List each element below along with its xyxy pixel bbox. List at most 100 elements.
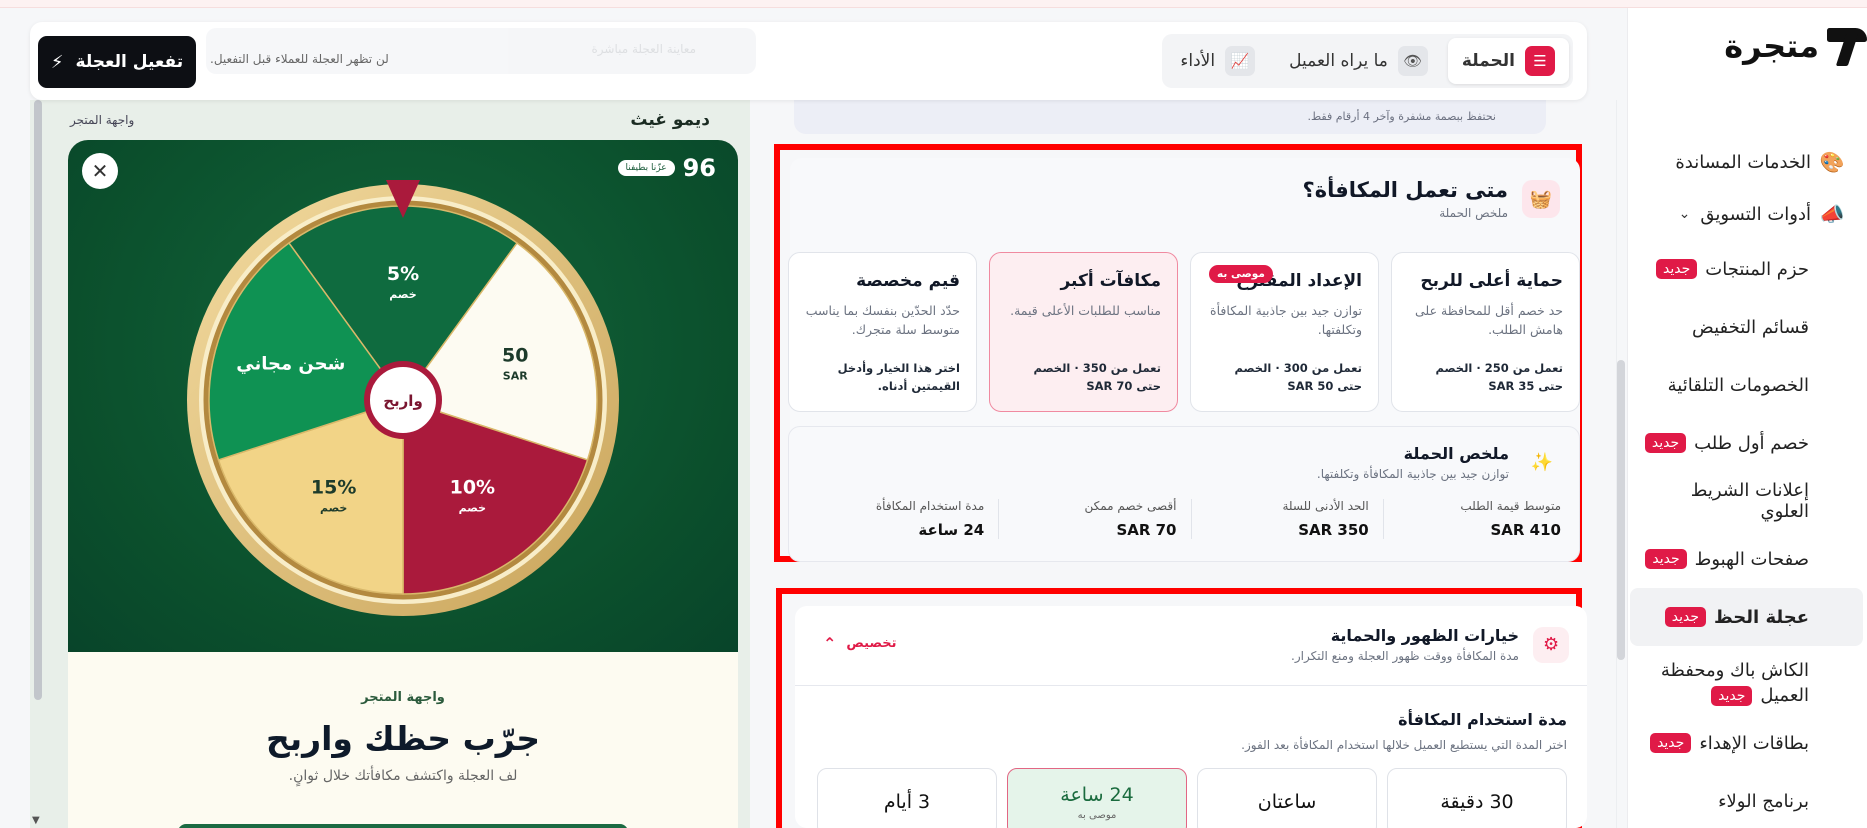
campaign-summary: ✨ ملخص الحملة توازن جيد بين جاذبية المكا… [788, 426, 1580, 562]
sidebar-item-marketing-tools[interactable]: 📣 أدوات التسويق ⌄ [1640, 188, 1845, 240]
customize-toggle[interactable]: تخصيص ⌃ [823, 634, 897, 653]
stat-value: SAR 70 [1116, 521, 1177, 539]
preview-scrollbar[interactable] [34, 100, 42, 700]
new-badge: جديد [1645, 549, 1687, 569]
new-badge: جديد [1664, 607, 1707, 627]
option-title: حماية أعلى للربح [1420, 271, 1563, 291]
recommended-note: موصى به [1077, 809, 1117, 821]
top-tabs: ☰ الحملة 👁 ما يراه العميل 📈 الأداء [1162, 34, 1573, 88]
option-desc: مناسب للطلبات الأعلى قيمة. [1010, 303, 1161, 318]
stat-key: متوسط قيمة الطلب [1460, 499, 1561, 513]
activate-wheel-button[interactable]: تفعيل العجلة ⚡ [38, 36, 196, 88]
wheel-segment-sublabel: خصم [459, 501, 486, 514]
new-badge: جديد [1711, 685, 1753, 706]
eye-icon: 👁 [1397, 46, 1428, 76]
new-badge: جديد [1656, 259, 1698, 279]
close-icon[interactable]: ✕ [82, 153, 118, 189]
basket-icon: 🧺 [1522, 180, 1560, 218]
new-badge: جديد [1650, 733, 1692, 753]
tab-label: الحملة [1461, 51, 1515, 71]
wheel-segment-sublabel: SAR [503, 370, 528, 383]
sidebar-item-loyalty[interactable]: برنامج الولاء [1640, 772, 1845, 828]
wheel-popup-bottom: واجهة المتجر جرّب حظك واربح لف العجلة وا… [68, 652, 738, 828]
stat-min-cart: الحد الأدنى للسلة SAR 350 [1192, 499, 1384, 539]
storefront-label: واجهة المتجر [70, 113, 135, 127]
brand-logo[interactable]: متجرة [1724, 26, 1867, 66]
wheel-segment-label: 10% [450, 476, 495, 498]
option-card-bigger-rewards[interactable]: مكافآت أكبر مناسب للطلبات الأعلى قيمة. ت… [989, 252, 1178, 412]
stat-key: الحد الأدنى للسلة [1282, 499, 1369, 513]
wheel-segment-label: 50 [502, 345, 528, 367]
sidebar-item-product-bundles[interactable]: حزم المنتجات جديد [1640, 240, 1845, 298]
stat-max-discount: أقصى خصم ممكن SAR 70 [999, 499, 1192, 539]
sidebar-item-label: خصم أول طلب [1694, 432, 1809, 454]
option-card-suggested[interactable]: موصى به الإعداد المقترح توازن جيد بين جا… [1190, 252, 1379, 412]
megaphone-icon: 📣 [1819, 202, 1845, 226]
duration-option-3d[interactable]: 3 أيام [817, 768, 997, 828]
option-footer: اختر هذا الخيار وأدخل القيمتين أدناه. [837, 361, 960, 394]
duration-option-2h[interactable]: ساعتان [1197, 768, 1377, 828]
sidebar-item-label: الخصومات التلقائية [1667, 374, 1809, 396]
sidebar-item-coupons[interactable]: قسائم التخفيض [1640, 298, 1845, 356]
visibility-protection-card: ⚙ خيارات الظهور والحماية مدة المكافأة وو… [795, 606, 1587, 828]
wheel-segment-label: شحن مجاني [236, 354, 345, 375]
sidebar-item-label: صفحات الهبوط [1694, 548, 1809, 570]
chevron-down-icon: ⌄ [1678, 206, 1691, 222]
sidebar-item-label: حزم المنتجات [1705, 258, 1809, 280]
duration-label: 30 دقيقة [1440, 791, 1514, 813]
wheel-segment-label: 5% [387, 263, 419, 285]
section-subtitle: ملخص الحملة [1439, 206, 1508, 220]
duration-label: ساعتان [1257, 791, 1317, 813]
visibility-header[interactable]: ⚙ خيارات الظهور والحماية مدة المكافأة وو… [795, 606, 1587, 686]
duration-label: 24 ساعة [1060, 783, 1134, 806]
duration-option-30min[interactable]: 30 دقيقة [1387, 768, 1567, 828]
option-footer: تعمل من 300 · الخصم حتى SAR 50 [1234, 361, 1362, 394]
fingerprint-note: نحتفظ ببصمة مشفرة وآخر 4 أرقام فقط. [1307, 110, 1496, 123]
duration-option-24h[interactable]: 24 ساعة موصى به [1007, 768, 1187, 828]
stat-value: 24 ساعة [918, 521, 985, 539]
sidebar-item-wheel-of-fortune[interactable]: عجلة الحظ جديد [1630, 588, 1863, 646]
score-display: 96 عزّنا بطيفنا [617, 154, 716, 182]
customize-label: تخصيص [846, 636, 897, 651]
sidebar-item-landing-pages[interactable]: صفحات الهبوط جديد [1640, 530, 1845, 588]
sidebar-item-label: أدوات التسويق [1700, 203, 1811, 225]
sidebar-item-top-bar-ads[interactable]: إعلانات الشريط العلوي [1640, 472, 1845, 530]
wheel-segment-label: 15% [311, 476, 356, 498]
sidebar-nav: 🎨 الخدمات المساندة 📣 أدوات التسويق ⌄ حزم… [1630, 136, 1863, 828]
wheel-segment-sublabel: خصم [320, 501, 347, 514]
stat-value: SAR 410 [1490, 521, 1562, 539]
brand-name: متجرة [1724, 27, 1819, 65]
tab-customer-view[interactable]: 👁 ما يراه العميل [1275, 38, 1442, 84]
option-card-profit-protection[interactable]: حماية أعلى للربح حد خصم أقل للمحافظة على… [1391, 252, 1580, 412]
section-subtitle: مدة المكافأة ووقت ظهور العجلة ومنع التكر… [1291, 649, 1519, 663]
wheel-segment-sublabel: خصم [389, 288, 416, 301]
score-pill: عزّنا بطيفنا [617, 160, 675, 176]
sidebar-item-support-services[interactable]: 🎨 الخدمات المساندة [1640, 136, 1845, 188]
option-desc: حد خصم أقل للمحافظة على هامش الطلب. [1415, 303, 1563, 338]
option-desc: توازن جيد بين جاذبية المكافأة وتكلفتها. [1210, 303, 1362, 338]
tab-performance[interactable]: 📈 الأداء [1166, 38, 1269, 84]
tab-campaign[interactable]: ☰ الحملة [1447, 38, 1569, 84]
scroll-down-arrow-icon[interactable]: ▼ [32, 815, 40, 826]
sidebar-item-automatic-discounts[interactable]: الخصومات التلقائية [1640, 356, 1845, 414]
summary-subtitle: توازن جيد بين جاذبية المكافأة وتكلفتها. [1316, 466, 1509, 481]
sidebar-item-first-order-discount[interactable]: خصم أول طلب جديد [1640, 414, 1845, 472]
reward-options: حماية أعلى للربح حد خصم أقل للمحافظة على… [788, 252, 1580, 412]
section-title: متى تعمل المكافأة؟ [1302, 178, 1508, 202]
bolt-icon: ⚡ [50, 51, 64, 73]
spin-button[interactable] [178, 824, 628, 828]
fortune-wheel[interactable]: 5% خصم 50 SAR 10% خصم 15% خصم شحن مجاني واربح [183, 180, 623, 620]
content-scrollbar[interactable] [1617, 360, 1625, 660]
option-card-custom[interactable]: قيم مخصصة حدّد الحدّين بنفسك بما يناسب م… [788, 252, 977, 412]
sidebar-item-label: برنامج الولاء [1718, 790, 1809, 812]
option-title: مكافآت أكبر [1060, 271, 1161, 291]
magic-wand-icon: ✨ [1530, 451, 1554, 473]
summary-title: ملخص الحملة [1403, 443, 1509, 463]
sidebar-item-label: إعلانات الشريط العلوي [1690, 480, 1809, 522]
chevron-up-icon: ⌃ [823, 634, 837, 653]
sidebar-item-gift-cards[interactable]: بطاقات الإهداء جديد [1640, 714, 1845, 772]
top-border-strip [0, 0, 1867, 8]
option-footer: تعمل من 350 · الخصم حتى SAR 70 [1033, 361, 1161, 394]
reward-section-header: 🧺 متى تعمل المكافأة؟ ملخص الحملة [1303, 178, 1560, 220]
chart-line-icon: 📈 [1225, 46, 1256, 76]
